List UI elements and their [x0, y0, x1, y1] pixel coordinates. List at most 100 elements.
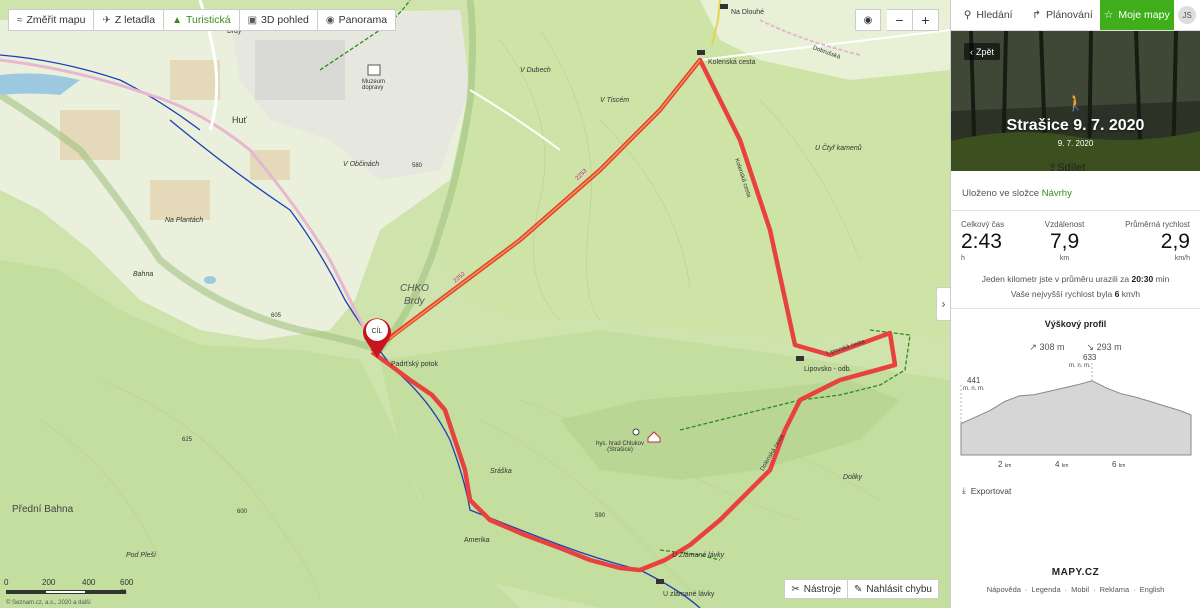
mapy-logo[interactable]: MAPY.CZ — [951, 567, 1200, 578]
stat-distance-label: Vzdálenost — [1044, 220, 1085, 229]
back-button[interactable]: ‹ Zpět — [964, 43, 1001, 60]
locate-button[interactable]: ◉ — [855, 9, 881, 31]
pace-value: 20:30 — [1131, 274, 1154, 284]
mountain-icon: ▲ — [172, 14, 183, 26]
profile-tick-4: 4 km — [1055, 460, 1069, 469]
locate-icon: ◉ — [863, 14, 873, 26]
scale-bar-graphic — [6, 590, 126, 594]
avatar[interactable]: JS — [1174, 0, 1200, 30]
aerial-button[interactable]: ✈ Z letadla — [94, 9, 165, 31]
tab-my-maps[interactable]: ☆ Moje mapy — [1099, 0, 1174, 30]
footer-link-english[interactable]: English — [1140, 585, 1165, 594]
view3d-label: 3D pohled — [261, 14, 309, 26]
map-view[interactable]: Na Dlouhé Kolenská cesta Brdy Muzeum dop… — [0, 0, 950, 608]
route-title: Strašice 9. 7. 2020 — [1006, 117, 1145, 134]
max-speed-value: 6 — [1114, 289, 1120, 299]
goal-marker[interactable]: CÍL — [361, 315, 393, 359]
max-speed-text: Vaše nejvyšší rychlost byla — [1010, 289, 1113, 299]
search-icon: ⚲ — [963, 9, 972, 21]
tools-button[interactable]: ✂ Nástroje — [784, 579, 849, 599]
zoom-in-button[interactable]: + — [913, 9, 939, 31]
star-icon: ☆ — [1103, 9, 1114, 21]
elevation-profile[interactable]: 633 m. n. m. 441 m. n. m. 2 km 4 km 6 km — [951, 353, 1200, 475]
eye-icon: ◉ — [325, 14, 335, 26]
elev-start-unit: m. n. m. — [963, 386, 985, 392]
footer-link-help[interactable]: Nápověda — [987, 585, 1021, 594]
tab-search[interactable]: ⚲ Hledání — [951, 0, 1025, 30]
tools-label: Nástroje — [803, 583, 842, 595]
footer-link-ads[interactable]: Reklama — [1100, 585, 1130, 594]
report-error-button[interactable]: ✎ Nahlásit chybu — [848, 579, 939, 599]
ascent-value: 308 m — [1039, 342, 1065, 352]
pace-text-1: Jeden kilometr jste v průměru urazili za — [981, 274, 1130, 284]
stat-speed-value: 2,9 — [1160, 230, 1190, 253]
footer-link-mobile[interactable]: Mobil — [1071, 585, 1089, 594]
ascent-icon: ↗ — [1029, 342, 1037, 352]
hiking-icon: 🚶 — [1065, 95, 1086, 112]
stat-distance-value: 7,9 — [1049, 230, 1080, 253]
export-label: Exportovat — [970, 485, 1012, 496]
tab-planning-label: Plánování — [1046, 9, 1093, 21]
aerial-label: Z letadla — [114, 14, 156, 26]
profile-tick-2: 2 km — [998, 460, 1012, 469]
route-stats: Celkový čas 2:43 h Vzdálenost 7,9 km Prů… — [951, 211, 1200, 262]
elevation-chart[interactable] — [951, 355, 1200, 475]
tools-icon: ✂ — [791, 583, 800, 595]
pace-info: Jeden kilometr jste v průměru urazili za… — [951, 272, 1200, 302]
chevron-right-icon: › — [941, 297, 946, 311]
elev-max-unit: m. n. m. — [1069, 363, 1091, 369]
scale-label-0: 0 — [4, 578, 9, 587]
scale-label-400: 400 — [82, 578, 96, 587]
tab-planning[interactable]: ↱ Plánování — [1025, 0, 1099, 30]
copyright[interactable]: © Seznam.cz, a.s., 2020 a další — [6, 600, 91, 606]
scale-label-200: 200 — [42, 578, 56, 587]
chevron-left-icon: ‹ — [970, 46, 973, 57]
stat-speed: Průměrná rychlost 2,9 km/h — [1125, 220, 1190, 262]
collapse-panel-button[interactable]: › — [936, 287, 950, 321]
back-label: Zpět — [976, 46, 995, 57]
scale-bar: 0 200 400 600 m — [4, 578, 133, 596]
profile-gain: ↗ 308 m ↘ 293 m — [951, 342, 1200, 353]
footer-link-legend[interactable]: Legenda — [1031, 585, 1060, 594]
tab-search-label: Hledání — [976, 9, 1013, 21]
route-icon: ↱ — [1032, 9, 1042, 21]
share-icon: ⇪ — [1048, 162, 1058, 174]
map-toolbar: ≈ Změřit mapu ✈ Z letadla ▲ Turistická ▣ 3D … — [8, 9, 397, 31]
route-hero: ‹ Zpět 🚶 Strašice 9. 7. 2020 9. 7. 2020 — [951, 31, 1200, 171]
descent-icon: ↘ — [1086, 342, 1095, 352]
plus-icon: + — [921, 12, 930, 28]
cube-icon: ▣ — [247, 14, 258, 26]
descent-value: 293 m — [1096, 342, 1122, 352]
stat-distance-unit: km — [1059, 255, 1070, 262]
descent: ↘ 293 m — [1087, 342, 1122, 353]
stat-time-unit: h — [961, 255, 965, 262]
export-button[interactable]: ⤓ Exportovat — [962, 485, 1189, 496]
bottom-tools: ✂ Nástroje ✎ Nahlásit chybu — [784, 579, 939, 599]
measure-button[interactable]: ≈ Změřit mapu — [8, 9, 95, 31]
tab-my-maps-label: Moje mapy — [1118, 9, 1170, 21]
elev-max-label: 633 — [1083, 353, 1097, 362]
stat-time-value: 2:43 — [961, 230, 1002, 253]
profile-tick-6: 6 km — [1112, 460, 1126, 469]
download-icon: ⤓ — [962, 485, 966, 495]
sidebar-tabs: ⚲ Hledání ↱ Plánování ☆ Moje mapy JS — [951, 0, 1200, 31]
map-canvas[interactable] — [0, 0, 950, 608]
share-button[interactable]: ⇪Sdílet — [1048, 161, 1085, 174]
pencil-icon: ✎ — [854, 583, 863, 595]
elev-start-label: 441 — [967, 376, 981, 385]
route-date: 9. 7. 2020 — [1057, 139, 1094, 148]
ruler-icon: ≈ — [17, 14, 23, 26]
view3d-button[interactable]: ▣ 3D pohled — [239, 9, 318, 31]
panorama-button[interactable]: ◉ Panorama — [317, 9, 397, 31]
folder-link[interactable]: Návrhy — [1042, 188, 1072, 199]
goal-label: CÍL — [372, 326, 383, 335]
ascent: ↗ 308 m — [1029, 342, 1064, 353]
app-root: Na Dlouhé Kolenská cesta Brdy Muzeum dop… — [0, 0, 1200, 608]
folder-prefix: Uloženo ve složce — [962, 188, 1040, 199]
zoom-out-button[interactable]: − — [887, 9, 913, 31]
tourist-button[interactable]: ▲ Turistická — [164, 9, 240, 31]
share-label: Sdílet — [1057, 162, 1086, 174]
max-speed-unit: km/h — [1121, 289, 1141, 299]
stat-distance: Vzdálenost 7,9 km — [1045, 220, 1085, 262]
panorama-label: Panorama — [338, 14, 388, 26]
